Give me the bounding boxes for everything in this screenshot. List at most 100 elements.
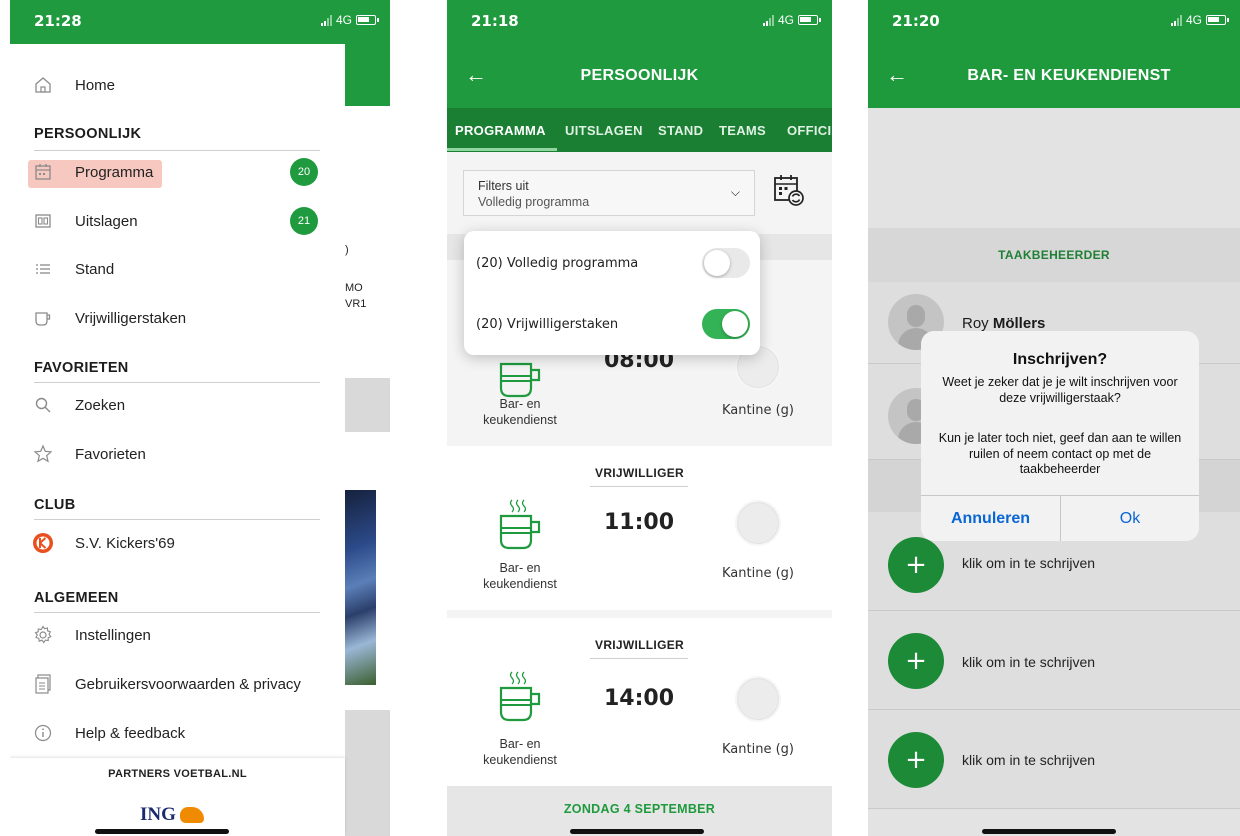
partners-label: PARTNERS VOETBAL.NL [108,768,247,780]
status-circle [735,676,781,722]
cup-icon [32,307,54,329]
drawer-item-instellingen[interactable]: Instellingen [32,618,332,652]
chevron-down-icon: ⌵ [730,185,740,199]
task-time: 11:00 [603,510,675,535]
add-icon[interactable]: + [888,633,944,689]
club-logo-icon [32,532,54,554]
tab-programma[interactable]: PROGRAMMA [455,123,546,138]
task-location: Kantine (g) [722,403,794,418]
tab-stand[interactable]: STAND [658,123,703,138]
cancel-button[interactable]: Annuleren [921,510,1060,528]
signup-slot[interactable]: + klik om in te schrijven [868,710,1240,809]
task-card[interactable]: VRIJWILLIGER Bar- en keukendienst 14:00 … [447,618,832,786]
drawer-item-favorieten[interactable]: Favorieten [32,437,332,471]
battery-icon [1206,15,1229,25]
filter-option-label: (20) Volledig programma [476,256,639,271]
section-heading-club: CLUB [34,497,76,513]
battery-icon [356,15,379,25]
drawer-item-label: Zoeken [75,396,126,414]
gear-icon [32,624,54,646]
background-text: VR1 [345,298,367,310]
divider [590,486,688,487]
background-text: MO [345,282,363,294]
divider [590,658,688,659]
screen-programma: 21:18 4G ← PERSOONLIJK PROGRAMMA UITSLAG… [447,0,832,836]
info-icon [32,722,54,744]
network-type: 4G [777,13,794,27]
task-heading: VRIJWILLIGER [595,466,684,480]
home-indicator[interactable] [982,829,1116,834]
tab-teams[interactable]: TEAMS [719,123,766,138]
search-icon [32,394,54,416]
task-name: keukendienst [483,413,557,427]
calendar-sync-button[interactable] [772,172,806,208]
drawer-item-terms[interactable]: Gebruikersvoorwaarden & privacy [32,667,332,701]
calendar-icon [32,161,54,183]
ok-button[interactable]: Ok [1061,510,1199,528]
signal-icon [1170,14,1182,26]
drawer-item-label: Favorieten [75,445,146,463]
add-icon[interactable]: + [888,537,944,593]
network-type: 4G [335,13,352,27]
confirm-dialog: Inschrijven? Weet je zeker dat je je wil… [921,331,1199,541]
task-name: Bar- en [499,737,541,751]
dialog-message: Weet je zeker dat je je wilt inschrijven… [942,375,1178,405]
filter-select[interactable]: Filters uit Volledig programma ⌵ [463,170,755,216]
active-tab-indicator [447,148,557,151]
count-badge: 20 [290,158,318,186]
drawer-item-stand[interactable]: Stand [32,252,332,286]
partners-banner[interactable]: PARTNERS VOETBAL.NL ING [10,758,345,836]
task-name: Bar- en [499,397,541,411]
screen-navigation-drawer: ) MO VR1 21:28 4G Home PERSOONLIJK Progr… [10,0,390,836]
status-bar: 21:20 4G [868,0,1240,44]
divider [34,150,320,151]
toggle-full-program[interactable] [702,248,750,278]
task-card[interactable]: VRIJWILLIGER Bar- en keukendienst 11:00 … [447,446,832,610]
toggle-volunteer-tasks[interactable] [702,309,750,339]
app-bar: ← BAR- EN KEUKENDIENST [868,44,1240,108]
home-indicator[interactable] [95,829,229,834]
drawer-item-programma[interactable]: Programma 20 [32,155,332,189]
drawer-item-vrijwilligerstaken[interactable]: Vrijwilligerstaken [32,301,332,335]
filter-value: Volledig programma [478,195,590,209]
status-time: 21:20 [892,12,940,30]
divider [34,519,320,520]
home-icon [32,74,54,96]
drawer-item-zoeken[interactable]: Zoeken [32,388,332,422]
task-location: Kantine (g) [722,566,794,581]
count-badge: 21 [290,207,318,235]
status-time: 21:28 [34,12,82,30]
navigation-drawer: Home PERSOONLIJK Programma 20 Uitslagen … [10,44,345,836]
task-name: Bar- en [499,561,541,575]
divider [34,612,320,613]
drawer-item-club[interactable]: S.V. Kickers'69 [32,526,332,560]
drawer-item-help[interactable]: Help & feedback [32,716,332,750]
date-label: ZONDAG 4 SEPTEMBER [563,802,716,816]
section-heading-general: ALGEMEEN [34,590,119,606]
battery-icon [798,15,821,25]
drawer-item-uitslagen[interactable]: Uitslagen 21 [32,204,332,238]
filter-row: Filters uit Volledig programma ⌵ [447,152,832,234]
section-title: TAAKBEHEERDER [998,248,1110,262]
screen-task-detail: 21:20 4G ← BAR- EN KEUKENDIENST TAAKBEHE… [868,0,1240,836]
drawer-item-label: Vrijwilligerstaken [75,309,187,327]
task-name: keukendienst [483,753,557,767]
calendar-sync-icon [774,175,804,206]
drawer-item-label: Gebruikersvoorwaarden & privacy [75,675,301,693]
tab-uitslagen[interactable]: UITSLAGEN [565,123,643,138]
status-bar: 21:18 4G [447,0,832,44]
list-icon [32,258,54,280]
task-location: Kantine (g) [722,742,794,757]
network-type: 4G [1185,13,1202,27]
signal-icon [762,14,774,26]
home-indicator[interactable] [569,829,704,834]
add-icon[interactable]: + [888,732,944,788]
tab-officials[interactable]: OFFICI [787,123,831,138]
section-heading-personal: PERSOONLIJK [34,126,142,142]
signup-slot[interactable]: + klik om in te schrijven [868,611,1240,710]
star-icon [32,443,54,465]
manager-name: Roy Möllers [962,315,1046,332]
section-header: TAAKBEHEERDER [868,228,1240,282]
drawer-item-label: Home [75,76,116,94]
drawer-item-home[interactable]: Home [32,68,332,102]
